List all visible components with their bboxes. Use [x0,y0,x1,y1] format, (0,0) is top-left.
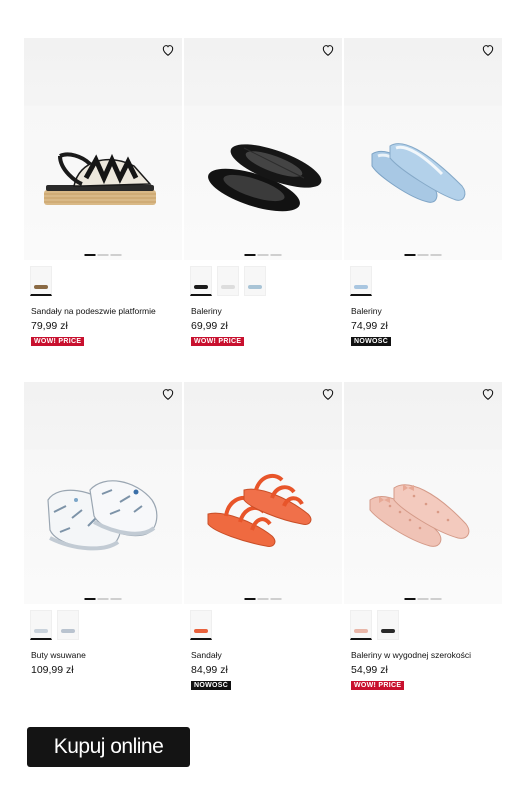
blue-ballerina-image [371,143,466,203]
product-price: 54,99 zł [351,664,388,676]
slip-on-shoes-image [47,480,158,551]
product-price: 84,99 zł [191,664,228,676]
product-price: 69,99 zł [191,320,228,332]
color-swatch[interactable] [350,610,372,640]
image-carousel-indicator[interactable] [244,598,282,600]
heart-icon[interactable] [321,43,335,57]
product-image[interactable] [184,382,342,604]
color-swatch[interactable] [190,266,212,296]
heart-icon[interactable] [161,387,175,401]
product-badge: NOWOŚĆ [191,681,232,690]
orange-sandals-image [207,473,312,547]
color-swatch[interactable] [217,266,239,296]
color-swatches [30,610,79,640]
color-swatches [190,266,266,296]
platform-sandal-image [44,152,156,205]
product-badge: WOW! PRICE [351,681,405,690]
heart-icon[interactable] [481,387,495,401]
color-swatches [350,610,399,640]
image-carousel-indicator[interactable] [404,254,442,256]
color-swatch[interactable] [377,610,399,640]
product-price: 74,99 zł [351,320,388,332]
color-swatch[interactable] [350,266,372,296]
product-image[interactable] [24,38,182,260]
product-badge: NOWOŚĆ [351,337,392,346]
image-carousel-indicator[interactable] [244,254,282,256]
black-ballerina-image [208,144,322,212]
heart-icon[interactable] [321,387,335,401]
product-badge: WOW! PRICE [31,337,85,346]
product-badge: WOW! PRICE [191,337,245,346]
image-carousel-indicator[interactable] [84,254,122,256]
color-swatch[interactable] [244,266,266,296]
product-name[interactable]: Baleriny [191,306,222,316]
color-swatch[interactable] [57,610,79,640]
product-name[interactable]: Sandały na podeszwie platformie [31,306,156,316]
product-name[interactable]: Buty wsuwane [31,650,86,660]
color-swatches [30,266,52,296]
color-swatches [350,266,372,296]
product-name[interactable]: Baleriny w wygodnej szerokości [351,650,471,660]
color-swatch[interactable] [190,610,212,640]
product-price: 109,99 zł [31,664,74,676]
pink-ballerina-image [369,484,470,547]
product-image[interactable] [344,382,502,604]
product-name[interactable]: Baleriny [351,306,382,316]
image-carousel-indicator[interactable] [404,598,442,600]
color-swatches [190,610,212,640]
product-price: 79,99 zł [31,320,68,332]
image-carousel-indicator[interactable] [84,598,122,600]
color-swatch[interactable] [30,266,52,296]
heart-icon[interactable] [161,43,175,57]
product-image[interactable] [24,382,182,604]
shop-online-button[interactable]: Kupuj online [27,727,190,767]
color-swatch[interactable] [30,610,52,640]
heart-icon[interactable] [481,43,495,57]
product-image[interactable] [344,38,502,260]
product-image[interactable] [184,38,342,260]
product-name[interactable]: Sandały [191,650,222,660]
